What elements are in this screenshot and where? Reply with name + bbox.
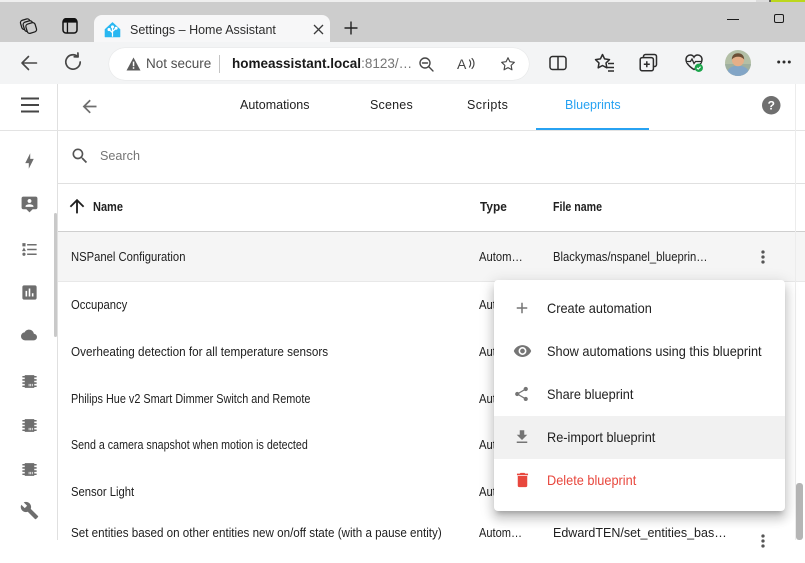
svg-text:?: ? (768, 98, 775, 112)
svg-text:A: A (457, 56, 467, 72)
